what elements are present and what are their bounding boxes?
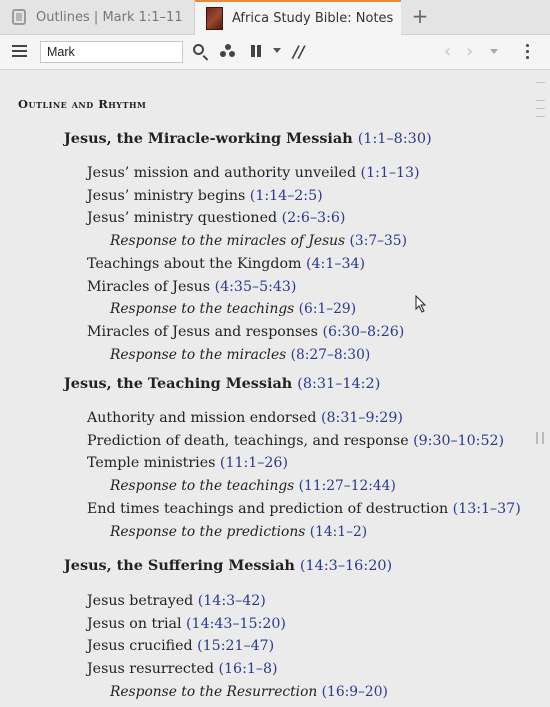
outline-item-text: Jesus’ mission and authority unveiled bbox=[87, 165, 357, 181]
text-compare-icon[interactable]: // bbox=[293, 42, 305, 61]
caret-down-icon[interactable] bbox=[273, 48, 281, 53]
outline-response-item: Response to the teachings (6:1–29) bbox=[110, 301, 356, 317]
outline-response-item: Response to the predictions (14:1–2) bbox=[110, 524, 367, 540]
tab-label: Outlines | Mark 1:1–11 bbox=[36, 9, 183, 25]
toolbar: Mark // ‹ › bbox=[0, 35, 550, 70]
outline-item-text: Jesus on trial bbox=[87, 615, 182, 632]
outline-item: Prediction of death, teachings, and resp… bbox=[87, 433, 504, 449]
bible-reference-link[interactable]: (8:27–8:30) bbox=[291, 347, 371, 363]
back-icon[interactable]: ‹ bbox=[444, 41, 451, 62]
bible-reference-link[interactable]: (1:1–13) bbox=[361, 165, 420, 181]
forward-icon[interactable]: › bbox=[466, 41, 473, 62]
mouse-cursor-icon bbox=[415, 295, 427, 313]
book-cover-icon bbox=[206, 7, 223, 30]
outline-item-text: Response to the miracles bbox=[110, 346, 287, 363]
parallel-icon[interactable] bbox=[251, 45, 261, 57]
outline-item-text: Miracles of Jesus bbox=[87, 278, 211, 295]
notes-content: Outline and Rhythm Jesus, the Miracle-wo… bbox=[0, 70, 530, 707]
bible-reference-link[interactable]: (15:21–47) bbox=[197, 638, 274, 654]
bible-reference-link[interactable]: (16:9–20) bbox=[322, 684, 388, 700]
outline-item: Miracles of Jesus (4:35–5:43) bbox=[87, 279, 296, 295]
bible-reference-link[interactable]: (8:31–14:2) bbox=[297, 376, 380, 392]
bible-reference-link[interactable]: (3:7–35) bbox=[350, 233, 407, 249]
outline-item: Authority and mission endorsed (8:31–9:2… bbox=[87, 410, 403, 426]
bible-reference-link[interactable]: (14:1–2) bbox=[310, 524, 367, 540]
outline-item-text: Teachings about the Kingdom bbox=[87, 255, 302, 272]
outline-item-text: Response to the teachings bbox=[110, 301, 295, 318]
bible-reference-link[interactable]: (8:31–9:29) bbox=[321, 410, 403, 426]
outline-item: End times teachings and prediction of de… bbox=[87, 501, 521, 517]
bible-reference-link[interactable]: (13:1–37) bbox=[453, 501, 521, 517]
scroll-grip bbox=[536, 82, 545, 83]
outline-item: Jesus’ mission and authority unveiled (1… bbox=[87, 165, 420, 181]
outline-item: Jesus crucified (15:21–47) bbox=[87, 638, 274, 654]
scrollbar[interactable] bbox=[530, 70, 550, 707]
scroll-grip bbox=[536, 116, 545, 117]
reference-input[interactable]: Mark bbox=[40, 41, 183, 63]
bible-reference-link[interactable]: (16:1–8) bbox=[219, 661, 278, 677]
outline-response-item: Response to the miracles (8:27–8:30) bbox=[110, 347, 370, 363]
outline-response-item: Response to the Resurrection (16:9–20) bbox=[110, 684, 388, 700]
bible-reference-link[interactable]: (4:35–5:43) bbox=[215, 279, 297, 295]
outline-item-text: Temple ministries bbox=[87, 455, 216, 472]
outline-item: Jesus on trial (14:43–15:20) bbox=[87, 616, 286, 632]
bible-reference-link[interactable]: (11:1–26) bbox=[220, 455, 288, 471]
bible-reference-link[interactable]: (11:27–12:44) bbox=[299, 478, 396, 494]
outline-item-text: Response to the teachings bbox=[110, 478, 295, 495]
outline-item-text: Jesus’ ministry questioned bbox=[87, 210, 278, 227]
add-tab-icon[interactable]: + bbox=[410, 6, 430, 26]
bible-reference-link[interactable]: (4:1–34) bbox=[306, 256, 365, 272]
bible-reference-link[interactable]: (6:1–29) bbox=[299, 301, 356, 317]
outline-item-text: Authority and mission endorsed bbox=[87, 410, 317, 426]
outline-item: Temple ministries (11:1–26) bbox=[87, 455, 288, 471]
search-icon[interactable] bbox=[193, 44, 204, 55]
section-title-text: Jesus, the Suffering Messiah bbox=[64, 557, 295, 574]
bible-reference-link[interactable]: (14:3–42) bbox=[198, 593, 266, 609]
section-title-text: Jesus, the Miracle-working Messiah bbox=[64, 130, 353, 147]
outline-section-title: Jesus, the Miracle-working Messiah (1:1–… bbox=[64, 130, 432, 147]
outline-item-text: Response to the predictions bbox=[110, 523, 306, 540]
more-icon[interactable] bbox=[526, 44, 530, 60]
outline-section-title: Jesus, the Suffering Messiah (14:3–16:20… bbox=[64, 557, 392, 574]
bible-reference-link[interactable]: (1:1–8:30) bbox=[358, 131, 432, 147]
tab-outlines[interactable]: Outlines | Mark 1:1–11 bbox=[0, 0, 195, 34]
outline-item: Jesus’ ministry questioned (2:6–3:6) bbox=[87, 210, 345, 226]
outline-item-text: Jesus resurrected bbox=[87, 661, 214, 678]
bible-reference-link[interactable]: (14:3–16:20) bbox=[300, 558, 392, 574]
outline-item-text: Response to the Resurrection bbox=[110, 683, 318, 700]
outline-item: Jesus resurrected (16:1–8) bbox=[87, 661, 278, 677]
resize-handle[interactable] bbox=[536, 432, 544, 444]
section-heading: Outline and Rhythm bbox=[18, 97, 147, 111]
outline-item: Miracles of Jesus and responses (6:30–8:… bbox=[87, 324, 404, 340]
outline-item-text: Jesus betrayed bbox=[87, 593, 194, 609]
outline-item: Jesus’ ministry begins (1:14–2:5) bbox=[87, 188, 323, 204]
outline-item-text: Jesus’ ministry begins bbox=[87, 187, 246, 204]
visual-filter-icon[interactable] bbox=[220, 44, 236, 60]
scroll-grip bbox=[536, 100, 545, 101]
bible-reference-link[interactable]: (14:43–15:20) bbox=[186, 616, 286, 632]
bible-reference-link[interactable]: (1:14–2:5) bbox=[250, 188, 323, 204]
section-title-text: Jesus, the Teaching Messiah bbox=[64, 375, 293, 392]
outline-item-text: Jesus crucified bbox=[87, 638, 193, 655]
tab-africa-study-bible-notes[interactable]: Africa Study Bible: Notes bbox=[195, 0, 401, 35]
document-icon bbox=[12, 9, 26, 25]
outline-response-item: Response to the teachings (11:27–12:44) bbox=[110, 478, 396, 494]
outline-response-item: Response to the miracles of Jesus (3:7–3… bbox=[110, 233, 407, 249]
outline-item-text: Response to the miracles of Jesus bbox=[110, 233, 346, 250]
outline-item-text: End times teachings and prediction of de… bbox=[87, 500, 449, 517]
outline-item-text: Prediction of death, teachings, and resp… bbox=[87, 432, 409, 449]
scroll-grip bbox=[536, 108, 545, 109]
outline-item: Teachings about the Kingdom (4:1–34) bbox=[87, 256, 365, 272]
outline-section-title: Jesus, the Teaching Messiah (8:31–14:2) bbox=[64, 375, 380, 392]
bible-reference-link[interactable]: (9:30–10:52) bbox=[413, 433, 504, 449]
menu-icon[interactable] bbox=[12, 45, 27, 58]
tab-bar: Outlines | Mark 1:1–11 Africa Study Bibl… bbox=[0, 0, 550, 35]
tab-label: Africa Study Bible: Notes bbox=[232, 11, 394, 26]
outline-item: Jesus betrayed (14:3–42) bbox=[87, 593, 266, 609]
outline-item-text: Miracles of Jesus and responses bbox=[87, 323, 318, 340]
bible-reference-link[interactable]: (2:6–3:6) bbox=[282, 210, 346, 226]
history-caret-icon[interactable] bbox=[490, 49, 498, 54]
bible-reference-link[interactable]: (6:30–8:26) bbox=[322, 324, 404, 340]
